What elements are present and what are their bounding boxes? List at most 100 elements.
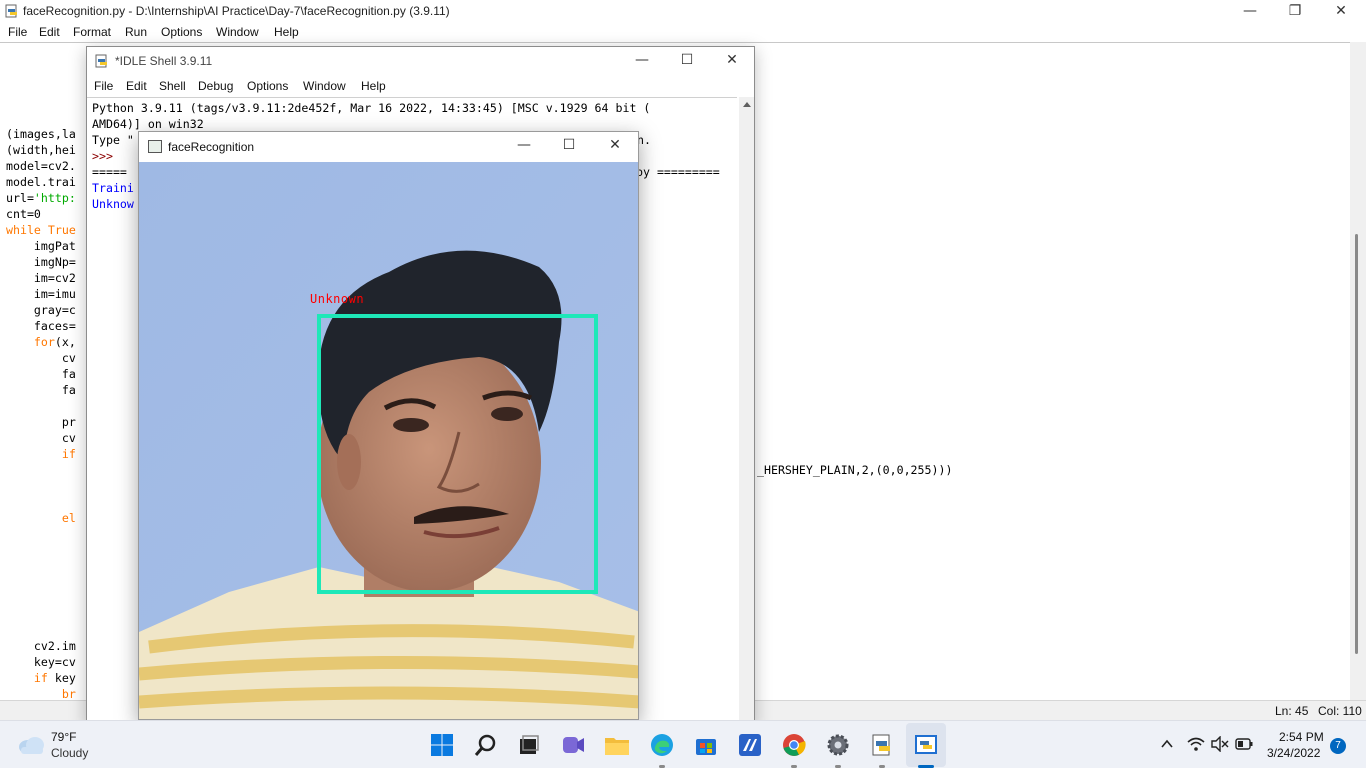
code-token: model.trai: [6, 175, 76, 189]
code-token: cnt=0: [6, 207, 41, 221]
menu-help[interactable]: Help: [274, 25, 299, 39]
close-button[interactable]: ✕: [1318, 0, 1364, 24]
editor-scrollbar[interactable]: [1350, 42, 1366, 700]
python-file-icon: [5, 4, 17, 18]
battery-icon[interactable]: [1235, 737, 1253, 751]
meet-button[interactable]: [559, 731, 587, 759]
menu-window[interactable]: Window: [216, 25, 259, 39]
shell-prompt: >>>: [92, 149, 120, 163]
code-token: imgNp=: [6, 255, 76, 269]
code-line: fa: [6, 382, 76, 398]
code-line: (images,la: [6, 126, 76, 142]
opencv-window-icon: [148, 140, 162, 153]
code-line: imgNp=: [6, 254, 76, 270]
menu-run[interactable]: Run: [125, 25, 147, 39]
editor-title-bar: faceRecognition.py - D:\Internship\AI Pr…: [0, 0, 1366, 24]
taskbar: 79°F Cloudy 2:54 PM 3/24/2022 7: [0, 720, 1366, 768]
shell-menu-options[interactable]: Options: [247, 79, 288, 93]
code-line: fa: [6, 366, 76, 382]
code-token: gray=c: [6, 303, 76, 317]
gear-icon: [827, 734, 849, 756]
camera-icon: [563, 737, 584, 753]
search-icon: [474, 734, 496, 756]
edge-icon: [651, 734, 673, 756]
shell-menu-window[interactable]: Window: [303, 79, 346, 93]
code-line: br: [6, 686, 76, 700]
code-token: (images,la: [6, 127, 76, 141]
code-line: pr: [6, 414, 76, 430]
code-line: gray=c: [6, 302, 76, 318]
code-token: fa: [6, 367, 76, 381]
edge-button[interactable]: [648, 731, 676, 759]
face-maximize-button[interactable]: ☐: [546, 134, 592, 158]
visual-studio-button[interactable]: [736, 731, 764, 759]
shell-close-button[interactable]: ✕: [709, 49, 754, 73]
clock-time[interactable]: 2:54 PM: [1279, 730, 1324, 744]
code-token: el: [61, 511, 76, 525]
notification-badge[interactable]: 7: [1330, 738, 1346, 754]
store-button[interactable]: [692, 731, 720, 759]
idle-button[interactable]: [868, 731, 896, 759]
shell-menu-debug[interactable]: Debug: [198, 79, 233, 93]
restore-button[interactable]: ❐: [1272, 0, 1318, 24]
code-line: for(x,: [6, 334, 76, 350]
code-token: for: [33, 335, 55, 349]
python-window-icon: [915, 735, 937, 754]
face-close-button[interactable]: ✕: [592, 134, 638, 158]
status-col: Col: 110: [1318, 704, 1362, 718]
code-line-overflow: _HERSHEY_PLAIN,2,(0,0,255))): [757, 463, 953, 477]
python-app-button[interactable]: [912, 731, 940, 759]
code-token: cv: [6, 351, 76, 365]
settings-button[interactable]: [824, 731, 852, 759]
face-minimize-button[interactable]: —: [501, 134, 547, 158]
code-token: key: [47, 671, 76, 685]
speaker-muted-icon[interactable]: [1211, 736, 1229, 752]
menu-options[interactable]: Options: [161, 25, 202, 39]
menu-edit[interactable]: Edit: [39, 25, 60, 39]
code-line: cv: [6, 350, 76, 366]
code-line: if key: [6, 670, 76, 686]
face-recognition-window[interactable]: faceRecognition — ☐ ✕ Unknown: [138, 131, 639, 720]
code-line: el: [6, 510, 76, 526]
clock-date[interactable]: 3/24/2022: [1267, 746, 1320, 760]
chrome-button[interactable]: [780, 731, 808, 759]
menu-format[interactable]: Format: [73, 25, 111, 39]
shell-menu-file[interactable]: File: [94, 79, 113, 93]
code-token: key=cv: [6, 655, 76, 669]
minimize-button[interactable]: —: [1227, 0, 1273, 24]
scroll-up-icon[interactable]: [739, 99, 755, 111]
code-token: if: [33, 671, 48, 685]
shell-scrollbar[interactable]: [739, 97, 755, 725]
search-button[interactable]: [472, 731, 500, 759]
file-explorer-button[interactable]: [603, 731, 631, 759]
scrollbar-thumb[interactable]: [1355, 234, 1358, 654]
code-token: 'http:: [33, 191, 76, 205]
menu-file[interactable]: File: [8, 25, 27, 39]
shell-minimize-button[interactable]: —: [619, 49, 665, 73]
code-line: (width,hei: [6, 142, 76, 158]
wifi-icon[interactable]: [1187, 736, 1205, 752]
code-line: im=imu: [6, 286, 76, 302]
editor-menubar: File Edit Format Run Options Window Help: [0, 24, 1366, 42]
store-icon: [696, 739, 716, 755]
chevron-up-icon[interactable]: [1160, 738, 1174, 750]
shell-maximize-button[interactable]: ☐: [664, 49, 710, 73]
shell-menubar: File Edit Shell Debug Options Window Hel…: [87, 77, 754, 97]
code-line: while True: [6, 222, 76, 238]
code-token: br: [61, 687, 76, 700]
code-token: im=cv2: [6, 271, 76, 285]
task-view-button[interactable]: [515, 731, 543, 759]
cloud-icon: [19, 737, 44, 754]
windows-icon: [431, 734, 453, 756]
start-button[interactable]: [428, 731, 456, 759]
shell-menu-shell[interactable]: Shell: [159, 79, 186, 93]
code-token: im=imu: [6, 287, 76, 301]
shell-menu-edit[interactable]: Edit: [126, 79, 147, 93]
code-token: (width,hei: [6, 143, 76, 157]
code-line: cv2.im: [6, 638, 76, 654]
shell-menu-help[interactable]: Help: [361, 79, 386, 93]
